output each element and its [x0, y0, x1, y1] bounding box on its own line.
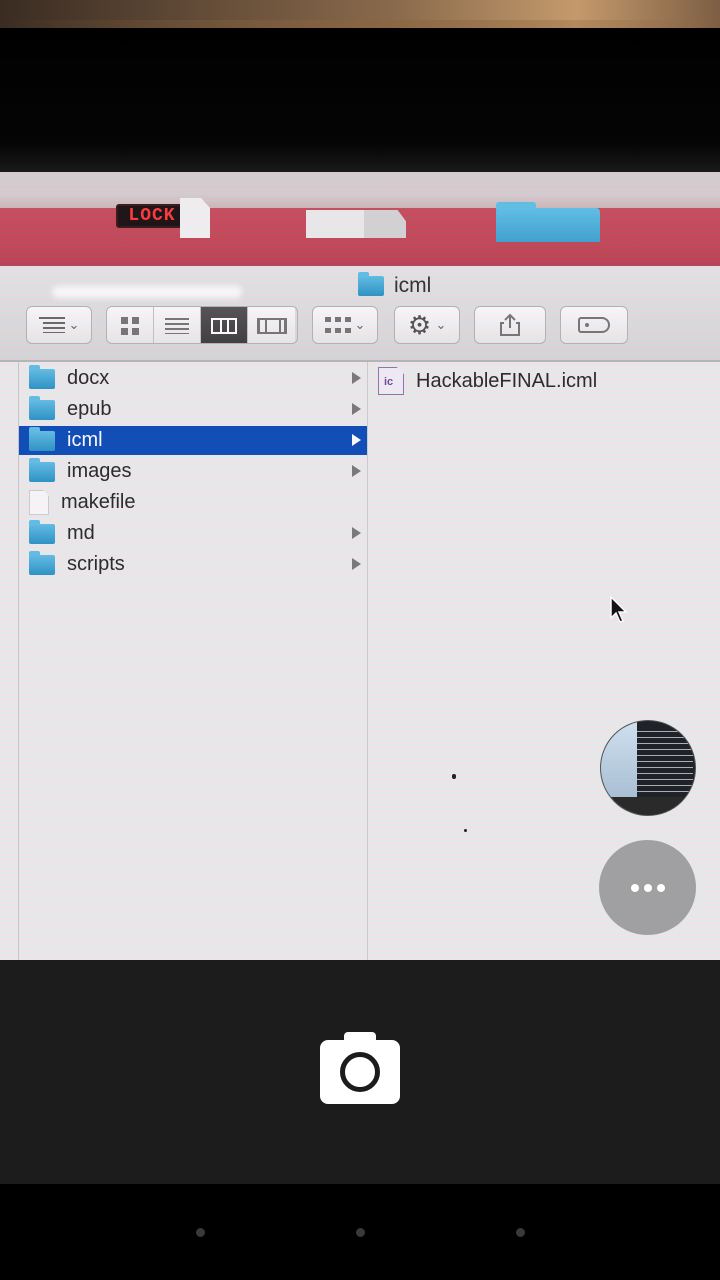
folder-column: docx epub icml images makefile md script… [18, 362, 368, 960]
folder-icon [29, 426, 55, 451]
view-options-button[interactable]: ⌄ [26, 306, 92, 344]
disclosure-arrow-icon [352, 558, 361, 570]
list-view-button[interactable] [154, 307, 201, 343]
camera-viewfinder: LOCK icml ⌄ ⌄ ⚙ ⌄ docx epub icml images … [0, 0, 720, 960]
screen-top-strip [0, 172, 720, 210]
folder-icon [29, 457, 55, 482]
more-horizontal-icon [630, 883, 639, 892]
glare [52, 286, 242, 298]
monitor-bezel [0, 28, 720, 173]
mouse-pointer-icon [610, 596, 628, 623]
nav-back-button[interactable] [196, 1228, 205, 1237]
folder-icon [358, 272, 384, 296]
list-icon [165, 318, 189, 334]
disclosure-arrow-icon [352, 403, 361, 415]
system-navigation-bar [0, 1184, 720, 1280]
share-icon [500, 313, 520, 336]
list-item-hackablefinal[interactable]: ic HackableFINAL.icml [378, 366, 597, 396]
dust-speck [464, 829, 467, 832]
item-label: images [67, 460, 132, 482]
chevron-down-icon: ⌄ [354, 317, 366, 332]
lock-badge: LOCK [116, 204, 188, 228]
file-name: HackableFINAL.icml [416, 369, 598, 392]
chevron-down-icon: ⌄ [435, 317, 447, 332]
arrange-button[interactable]: ⌄ [312, 306, 378, 344]
item-label: docx [67, 367, 110, 389]
finder-titlebar: icml ⌄ ⌄ ⚙ ⌄ [0, 266, 720, 362]
disclosure-arrow-icon [352, 434, 361, 446]
share-button[interactable] [474, 306, 546, 344]
item-label: md [67, 522, 95, 544]
item-label: icml [67, 429, 103, 451]
arrange-icon [324, 317, 351, 333]
last-photo-thumbnail[interactable] [600, 720, 696, 816]
nav-home-button[interactable] [356, 1228, 365, 1237]
document-icon [180, 198, 210, 238]
folder-icon [29, 550, 55, 575]
cover-flow-icon [256, 318, 287, 334]
icon-view-button[interactable] [107, 307, 154, 343]
item-label: makefile [61, 491, 136, 513]
desktop-lock-file[interactable]: LOCK [116, 198, 216, 240]
folder-icon [29, 395, 55, 420]
grid-icon [121, 317, 139, 335]
list-item-images[interactable]: images [19, 457, 367, 486]
list-item-epub[interactable]: epub [19, 395, 367, 424]
camera-controls-bar [0, 960, 720, 1184]
nav-recents-button[interactable] [516, 1228, 525, 1237]
list-options-icon [38, 317, 65, 333]
document-icon [364, 210, 406, 238]
item-label: epub [67, 398, 112, 420]
desktop-folder-icon[interactable] [496, 202, 600, 242]
item-label: scripts [67, 553, 125, 575]
list-item-docx[interactable]: docx [19, 364, 367, 393]
list-item-icml[interactable]: icml [19, 426, 367, 455]
disclosure-arrow-icon [352, 465, 361, 477]
list-item-md[interactable]: md [19, 519, 367, 548]
cover-flow-button[interactable] [248, 307, 295, 343]
shutter-button[interactable] [320, 1032, 400, 1104]
document-icon [306, 210, 366, 238]
dust-speck [452, 774, 456, 779]
columns-icon [211, 318, 237, 334]
desktop-document[interactable] [306, 210, 406, 238]
folder-icon [29, 519, 55, 544]
action-button[interactable]: ⚙ ⌄ [394, 306, 460, 344]
finder-toolbar: ⌄ ⌄ ⚙ ⌄ [0, 306, 720, 350]
folder-icon [29, 364, 55, 389]
disclosure-arrow-icon [352, 527, 361, 539]
chevron-down-icon: ⌄ [68, 317, 80, 332]
document-icon [29, 490, 49, 515]
monitor-screen: LOCK icml ⌄ ⌄ ⚙ ⌄ docx epub icml images … [0, 172, 720, 960]
window-title-text: icml [394, 274, 432, 297]
gear-icon: ⚙ [407, 310, 432, 340]
disclosure-arrow-icon [352, 372, 361, 384]
list-item-scripts[interactable]: scripts [19, 550, 367, 579]
window-title: icml [358, 270, 431, 302]
more-options-button[interactable] [599, 840, 696, 935]
icml-file-icon: ic [378, 367, 404, 395]
view-mode-segmented-control [106, 306, 298, 344]
tag-icon [578, 317, 610, 333]
tags-button[interactable] [560, 306, 628, 344]
list-item-makefile[interactable]: makefile [19, 488, 367, 517]
column-view-button[interactable] [201, 307, 248, 343]
